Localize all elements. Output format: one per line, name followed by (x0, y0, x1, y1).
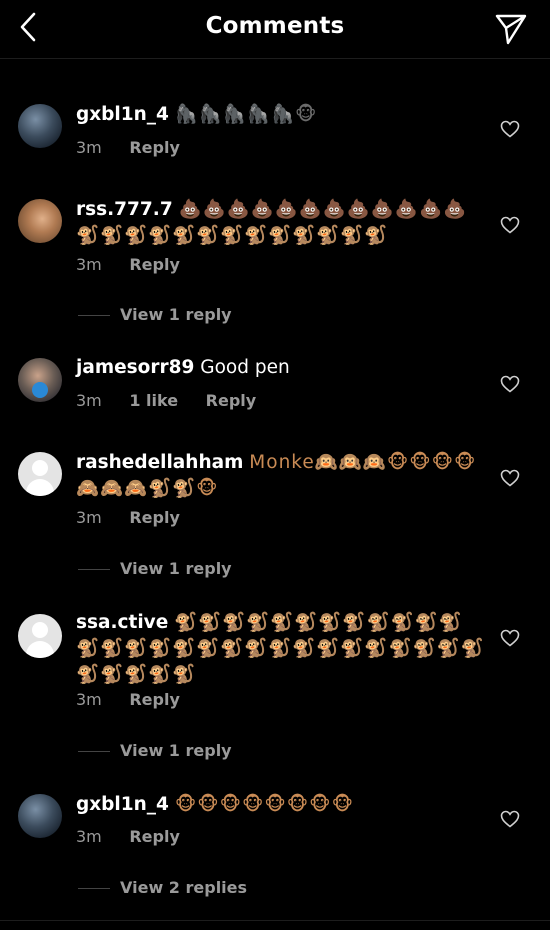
comment-meta: 3m Reply (76, 255, 202, 274)
comment-meta: 3m Reply (76, 827, 202, 846)
view-replies-label: View 1 reply (120, 559, 232, 578)
avatar[interactable] (18, 794, 62, 838)
comment-time: 3m (76, 255, 102, 274)
view-replies-button[interactable]: View 2 replies (78, 878, 247, 897)
view-replies-label: View 1 reply (120, 305, 232, 324)
comment-text-block: ssa.ctive 🐒🐒🐒🐒🐒🐒🐒🐒🐒🐒🐒🐒🐒🐒🐒🐒🐒🐒🐒🐒🐒🐒🐒🐒🐒🐒🐒🐒🐒🐒… (76, 610, 486, 688)
divider-line (78, 751, 110, 752)
comment-text-block: rss.777.7 💩💩💩💩💩💩💩💩💩💩💩💩🐒🐒🐒🐒🐒🐒🐒🐒🐒🐒🐒🐒🐒 (76, 197, 486, 249)
comment-time: 3m (76, 690, 102, 709)
heart-icon[interactable] (500, 375, 520, 393)
comment-meta: 3m Reply (76, 690, 202, 709)
avatar-badge (32, 382, 48, 398)
comment-meta: 3m Reply (76, 508, 202, 527)
comment-text-block: gxbl1n_4 🦍🦍🦍🦍🦍🐵 (76, 102, 486, 128)
comment-username[interactable]: rashedellahham (76, 452, 243, 473)
heart-icon[interactable] (500, 216, 520, 234)
view-replies-label: View 1 reply (120, 741, 232, 760)
heart-icon[interactable] (500, 810, 520, 828)
reply-button[interactable]: Reply (206, 391, 257, 410)
view-replies-button[interactable]: View 1 reply (78, 559, 232, 578)
divider-line (78, 888, 110, 889)
page-title: Comments (205, 13, 345, 39)
comment-meta: 3m 1 like Reply (76, 391, 278, 410)
heart-icon[interactable] (500, 120, 520, 138)
send-icon[interactable] (494, 12, 528, 46)
comment-username[interactable]: gxbl1n_4 (76, 794, 169, 815)
comment-text-block: rashedellahham Monke🙉🙉🙉🐵🐵🐵🐵🙈🙈🙈🐒🐒🐵 (76, 450, 486, 502)
avatar[interactable] (18, 358, 62, 402)
comment-body: 🦍🦍🦍🦍🦍🐵 (174, 104, 318, 125)
comment-time: 3m (76, 391, 102, 410)
heart-icon[interactable] (500, 629, 520, 647)
comment-text-block: jamesorr89 Good pen (76, 355, 486, 381)
avatar[interactable] (18, 452, 62, 496)
comment-body: 🐵🐵🐵🐵🐵🐵🐵🐵 (174, 794, 354, 815)
avatar[interactable] (18, 199, 62, 243)
comment-username[interactable]: ssa.ctive (76, 612, 168, 633)
comment-time: 3m (76, 138, 102, 157)
view-replies-button[interactable]: View 1 reply (78, 305, 232, 324)
reply-button[interactable]: Reply (129, 255, 180, 274)
comment-time: 3m (76, 827, 102, 846)
comment-username[interactable]: jamesorr89 (76, 357, 194, 378)
reply-button[interactable]: Reply (129, 138, 180, 157)
reply-button[interactable]: Reply (129, 508, 180, 527)
comment-username[interactable]: gxbl1n_4 (76, 104, 169, 125)
comment-time: 3m (76, 508, 102, 527)
comment-username[interactable]: rss.777.7 (76, 199, 173, 220)
reply-button[interactable]: Reply (129, 827, 180, 846)
avatar[interactable] (18, 614, 62, 658)
view-replies-button[interactable]: View 1 reply (78, 741, 232, 760)
bottom-divider (0, 920, 550, 921)
comment-meta: 3m Reply (76, 138, 202, 157)
header-bar: Comments (0, 0, 550, 59)
heart-icon[interactable] (500, 469, 520, 487)
divider-line (78, 315, 110, 316)
comment-body: Good pen (200, 357, 290, 378)
divider-line (78, 569, 110, 570)
reply-button[interactable]: Reply (129, 690, 180, 709)
likes-count[interactable]: 1 like (129, 391, 178, 410)
comment-text-block: gxbl1n_4 🐵🐵🐵🐵🐵🐵🐵🐵 (76, 792, 486, 818)
view-replies-label: View 2 replies (120, 878, 248, 897)
avatar[interactable] (18, 104, 62, 148)
